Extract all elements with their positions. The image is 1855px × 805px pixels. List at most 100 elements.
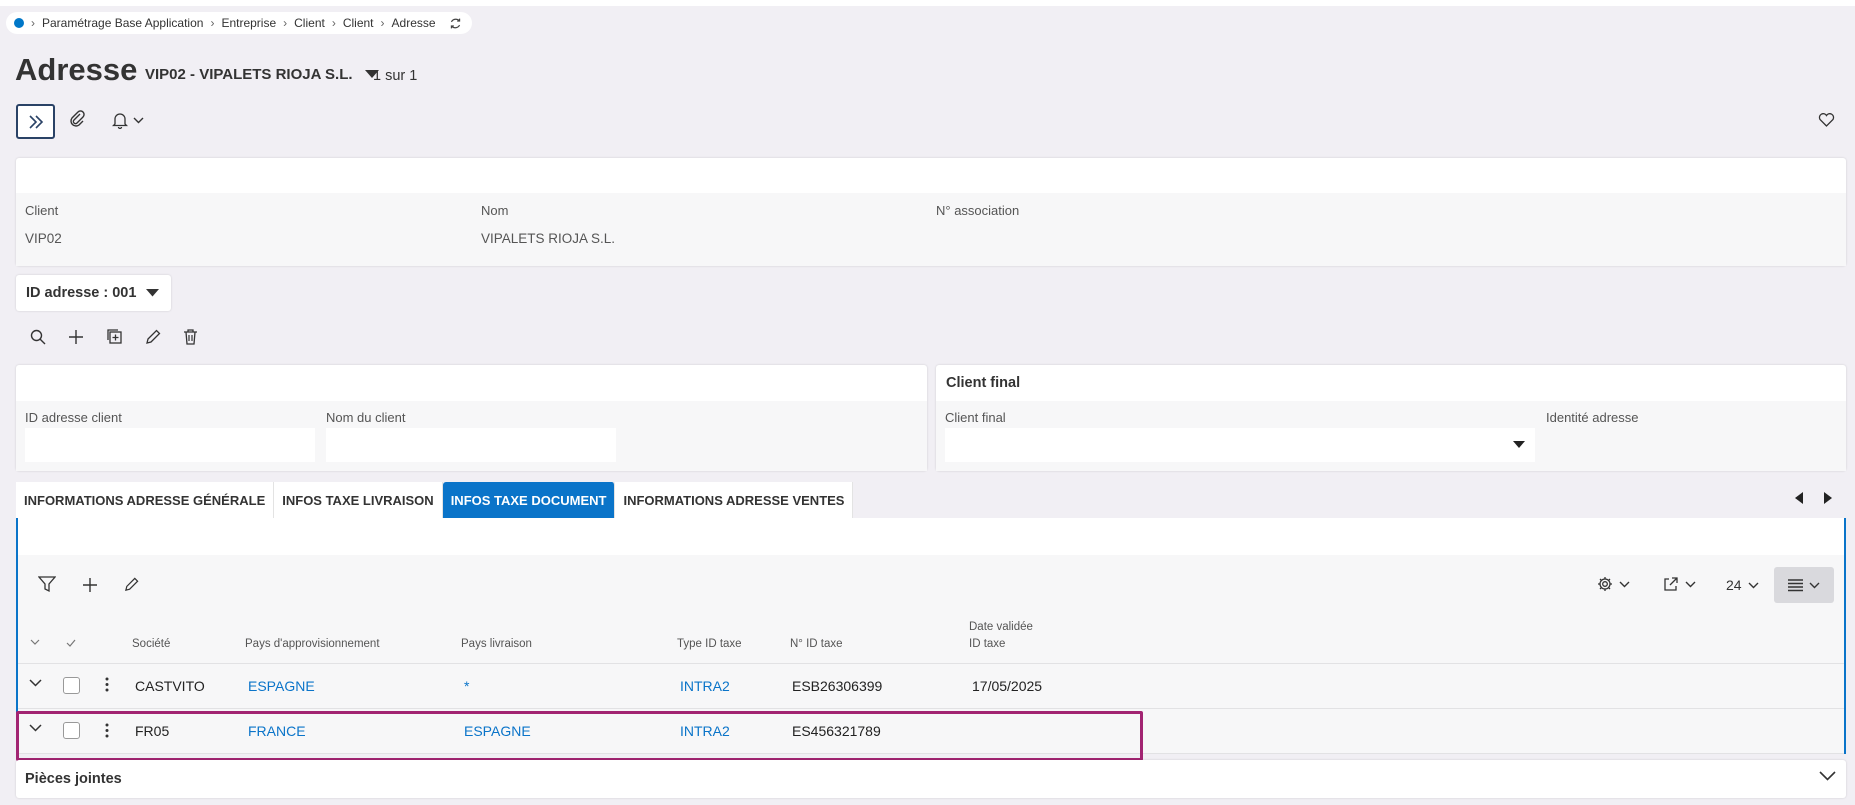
address-id-field-label: ID adresse client [25,410,122,425]
address-card-body: ID adresse client Nom du client [16,401,927,471]
heart-icon [1818,112,1835,127]
caret-down-icon [146,289,160,297]
edit-icon[interactable] [145,329,161,345]
crud-toolbar [30,328,198,345]
column-header-date-validee-line2: ID taxe [969,638,1006,650]
page-size-value: 24 [1726,577,1742,593]
notification-button[interactable] [112,112,144,129]
cell-date-validee: 17/05/2025 [972,678,1043,694]
row-divider [18,663,1844,664]
edit-row-icon[interactable] [124,577,139,592]
column-header-societe[interactable]: Société [132,636,170,653]
home-dot-icon[interactable] [14,18,24,28]
row-expand-chevron-icon[interactable] [29,679,42,687]
address-id-selector[interactable]: ID adresse : 001 [16,275,172,311]
final-client-select[interactable] [945,428,1535,462]
association-label: N° association [936,203,1020,218]
tab-informations-adresse-generale[interactable]: INFORMATIONS ADRESSE GÉNÉRALE [16,482,275,518]
expand-panel-button[interactable] [16,104,55,139]
list-view-icon [1788,578,1803,592]
final-client-card: Client final Client final Identité adres… [936,365,1846,471]
duplicate-icon[interactable] [106,328,123,345]
bell-icon [112,112,128,129]
column-header-num-id-taxe[interactable]: N° ID taxe [790,636,843,653]
identity-address-label: Identité adresse [1546,410,1639,425]
paperclip-icon [68,110,86,128]
address-card: ID adresse client Nom du client [16,365,927,471]
grid-settings-button[interactable] [1597,576,1630,592]
grid-export-button[interactable] [1663,576,1696,592]
favorite-button[interactable] [1818,112,1835,127]
tab-bar: INFORMATIONS ADRESSE GÉNÉRALE INFOS TAXE… [16,482,854,518]
nom-label: Nom [481,203,509,218]
chevron-down-icon [1809,582,1820,589]
final-client-title: Client final [946,375,1021,391]
attachments-title: Pièces jointes [25,771,122,787]
breadcrumb-item-adresse: Adresse [391,16,436,30]
record-count: 1 sur 1 [373,68,418,84]
chevron-right-icon: › [283,16,288,30]
chevron-right-icon: › [331,16,336,30]
cell-num-id-taxe: ESB26306399 [792,678,883,694]
client-value: VIP02 [25,231,62,246]
breadcrumb-item-entreprise[interactable]: Entreprise [221,16,276,30]
cell-societe: CASTVITO [135,678,205,694]
caret-right-icon[interactable] [1824,492,1832,504]
record-label: VIP02 - VIPALETS RIOJA S.L. [145,66,353,83]
attachments-section[interactable]: Pièces jointes [16,760,1846,798]
row-checkbox[interactable] [63,677,80,694]
add-row-icon[interactable] [82,577,98,593]
gear-icon [1597,576,1613,592]
address-id-input[interactable] [25,428,315,462]
tab-infos-taxe-livraison[interactable]: INFOS TAXE LIVRAISON [274,482,443,518]
filter-icon[interactable] [38,576,56,593]
breadcrumb: › Paramétrage Base Application › Entrepr… [6,12,472,34]
client-name-input[interactable] [326,428,616,462]
attach-button[interactable] [68,110,86,128]
breadcrumb-item-client-2[interactable]: Client [343,16,374,30]
grid-toolbar [38,576,139,593]
column-header-pays-livraison[interactable]: Pays livraison [461,636,532,653]
column-header-type-id-taxe[interactable]: Type ID taxe [677,636,742,653]
cell-type-id-taxe[interactable]: INTRA2 [680,678,730,694]
expand-all-icon[interactable] [30,639,40,645]
row-menu-kebab-icon[interactable] [105,677,109,692]
header-card-body: Client VIP02 Nom VIPALETS RIOJA S.L. N° … [16,193,1846,266]
final-client-card-body: Client final Identité adresse [936,401,1846,471]
export-icon [1663,576,1679,592]
cell-pays-livraison[interactable]: * [464,678,469,694]
grid-page-size-selector[interactable]: 24 [1726,577,1759,593]
row-highlight-frame [16,711,1143,761]
refresh-icon[interactable] [449,17,462,30]
search-icon[interactable] [30,329,46,345]
caret-left-icon[interactable] [1795,492,1803,504]
column-header-date-validee[interactable]: Date validée ID taxe [969,619,1033,653]
nom-value: VIPALETS RIOJA S.L. [481,231,616,246]
row-divider [18,708,1844,709]
column-header-pays-approvisionnement[interactable]: Pays d'approvisionnement [245,636,380,653]
chevron-right-icon: › [380,16,385,30]
column-header-date-validee-line1: Date validée [969,621,1033,633]
grid-panel-header-strip [18,518,1844,555]
tab-infos-taxe-document[interactable]: INFOS TAXE DOCUMENT [442,482,616,518]
delete-icon[interactable] [183,328,198,345]
breadcrumb-item-client[interactable]: Client [294,16,325,30]
page-title: Adresse [15,52,138,87]
double-chevron-right-icon [28,114,44,129]
address-id-label: ID adresse : 001 [26,285,137,301]
chevron-right-icon: › [210,16,215,30]
chevron-down-icon [1748,582,1759,589]
cell-pays-approvisionnement[interactable]: ESPAGNE [248,678,315,694]
grid-view-mode-button[interactable] [1774,567,1834,603]
record-selector[interactable]: VIP02 - VIPALETS RIOJA S.L. [145,66,379,83]
select-all-check-icon[interactable] [66,639,76,647]
header-card: Client VIP02 Nom VIPALETS RIOJA S.L. N° … [16,158,1846,266]
add-icon[interactable] [68,329,84,345]
tab-informations-adresse-ventes[interactable]: INFORMATIONS ADRESSE VENTES [615,482,854,518]
chevron-down-icon[interactable] [1819,771,1836,781]
chevron-down-icon [133,117,144,124]
breadcrumb-item-parametrage[interactable]: Paramétrage Base Application [42,16,203,30]
chevron-down-icon [1685,581,1696,588]
chevron-right-icon: › [31,16,35,30]
final-client-field-label: Client final [945,410,1006,425]
